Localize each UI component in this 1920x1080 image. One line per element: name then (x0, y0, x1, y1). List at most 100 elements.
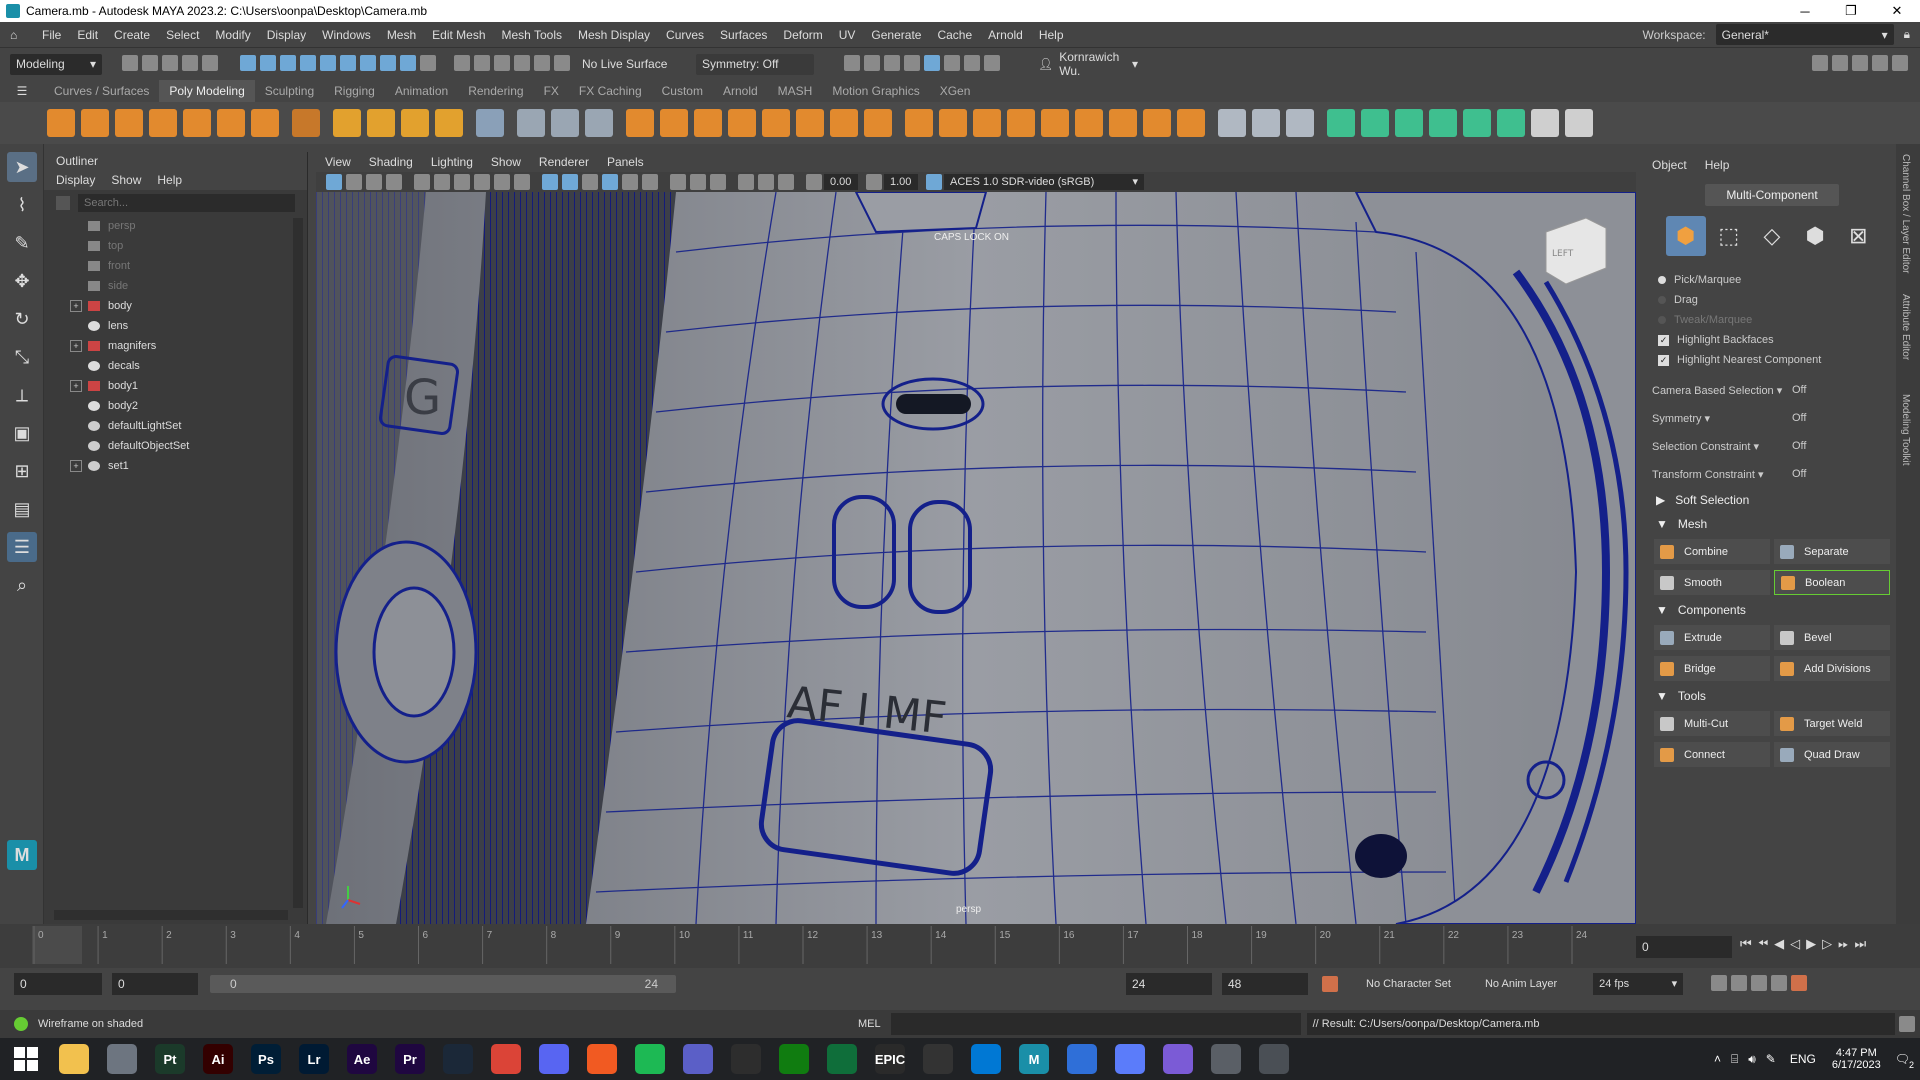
uv-mode-icon[interactable]: ⊠ (1838, 216, 1878, 256)
separate-shelf-icon[interactable] (551, 109, 579, 137)
wedge-icon[interactable] (1143, 109, 1171, 137)
multi-component-button[interactable]: Multi-Component (1705, 184, 1839, 206)
ipr-render-icon[interactable] (884, 54, 900, 71)
crease-icon[interactable] (1565, 109, 1593, 137)
textured-icon[interactable] (622, 174, 638, 190)
lasso-tool-icon[interactable]: ⌇ (7, 190, 37, 220)
loop-icon[interactable] (1711, 974, 1728, 991)
menu-mesh-display[interactable]: Mesh Display (570, 28, 658, 42)
3d-viewport[interactable]: G AF I MF LEFT CAPS LOCK ON persp (316, 192, 1636, 924)
menu-surfaces[interactable]: Surfaces (712, 28, 775, 42)
home-icon[interactable]: ⌂ (10, 28, 24, 42)
app-blue-icon[interactable] (971, 1044, 1001, 1074)
menu-uv[interactable]: UV (831, 28, 864, 42)
select-edge-icon[interactable] (320, 54, 336, 71)
offset-edge-loop-icon[interactable] (1286, 109, 1314, 137)
photoshop-icon[interactable]: Ps (251, 1044, 281, 1074)
menu-modify[interactable]: Modify (207, 28, 258, 42)
script-editor-icon[interactable] (1898, 1016, 1915, 1032)
snap-grid-icon[interactable] (454, 54, 470, 71)
snap-curve-icon[interactable] (474, 54, 490, 71)
resolution-gate-icon[interactable] (454, 174, 470, 190)
shelf-tab-poly-modeling[interactable]: Poly Modeling (159, 80, 255, 102)
shelf-menu-icon[interactable]: ☰ (0, 84, 44, 98)
file-explorer-icon[interactable] (59, 1044, 89, 1074)
app-cloud-icon[interactable] (1067, 1044, 1097, 1074)
poke-icon[interactable] (1109, 109, 1137, 137)
menu-help[interactable]: Help (1031, 28, 1072, 42)
menu-edit-mesh[interactable]: Edit Mesh (424, 28, 493, 42)
connect-button[interactable]: Connect (1654, 742, 1770, 767)
outliner-item-body1[interactable]: + body1 (44, 376, 307, 396)
teams-icon[interactable] (683, 1044, 713, 1074)
fill-hole-icon[interactable] (728, 109, 756, 137)
toolkit-menu-object[interactable]: Object (1652, 158, 1687, 172)
move-tool-icon[interactable]: ✥ (7, 266, 37, 296)
redo-icon[interactable] (202, 54, 218, 71)
shelf-tab-animation[interactable]: Animation (385, 84, 458, 98)
select-camera-icon[interactable] (326, 174, 342, 190)
shelf-tab-custom[interactable]: Custom (652, 84, 713, 98)
rotate-tool-icon[interactable]: ↻ (7, 304, 37, 334)
bevel-button[interactable]: Bevel (1774, 625, 1890, 650)
mirror-icon[interactable] (517, 109, 545, 137)
outliner-layout-icon[interactable]: ▤ (7, 494, 37, 524)
film-gate-icon[interactable] (434, 174, 450, 190)
playback-start-field[interactable]: 0 (112, 973, 198, 995)
volume-icon[interactable]: 🔊︎ (1748, 1052, 1756, 1067)
shelf-tab-arnold[interactable]: Arnold (713, 84, 768, 98)
user-account[interactable]: 👤︎ Kornrawich Wu. ▾ (1032, 50, 1144, 78)
toolkit-menu-help[interactable]: Help (1705, 158, 1730, 172)
language-indicator[interactable]: ENG (1790, 1052, 1816, 1066)
viewport-menu-lighting[interactable]: Lighting (422, 155, 482, 169)
clock[interactable]: 4:47 PM 6/17/2023 (1832, 1047, 1881, 1071)
platonic-solid-icon[interactable] (292, 109, 320, 137)
lights-icon[interactable] (642, 174, 658, 190)
cache-icon[interactable] (1731, 974, 1748, 991)
step-forward-frame-icon[interactable]: ▷ (1822, 936, 1832, 952)
symmetrize-icon[interactable] (1531, 109, 1559, 137)
chevron-up-icon[interactable]: ˄ (1714, 1052, 1721, 1066)
notification-icon[interactable]: 🗨︎ 2 (1895, 1052, 1914, 1070)
outliner-item-set1[interactable]: + set1 (44, 456, 307, 476)
shelf-tab-xgen[interactable]: XGen (930, 84, 981, 98)
side-tab-channel-box-layer-editor[interactable]: Channel Box / Layer Editor (1896, 144, 1915, 284)
audio-icon[interactable] (1751, 974, 1768, 991)
object-mode-icon[interactable]: ⬢ (1665, 216, 1706, 256)
menu-select[interactable]: Select (158, 28, 207, 42)
viewport-menu-renderer[interactable]: Renderer (530, 155, 598, 169)
viewport-menu-shading[interactable]: Shading (360, 155, 422, 169)
prop-selection-constraint[interactable]: Selection Constraint ▾ Off (1648, 432, 1896, 460)
section-mesh[interactable]: ▼ Mesh (1648, 512, 1896, 536)
epic-icon[interactable]: EPIC (875, 1044, 905, 1074)
close-button[interactable]: ✕ (1874, 0, 1920, 22)
step-forward-key-icon[interactable]: ⏩︎ (1838, 936, 1848, 952)
snap-surface-icon[interactable] (534, 54, 550, 71)
workspace-dropdown[interactable]: General* ▾ (1715, 24, 1894, 45)
menu-curves[interactable]: Curves (658, 28, 712, 42)
extrude-button[interactable]: Extrude (1654, 625, 1770, 650)
settings-gear-icon[interactable] (1892, 54, 1908, 71)
circularize-icon[interactable] (1177, 109, 1205, 137)
radio-drag[interactable]: Drag (1648, 290, 1896, 310)
light-editor-icon[interactable] (964, 54, 980, 71)
script-language-toggle[interactable]: MEL (858, 1018, 881, 1030)
shelf-tab-rigging[interactable]: Rigging (324, 84, 385, 98)
multicut-shelf-icon[interactable] (1218, 109, 1246, 137)
checkbox-highlight-backfaces[interactable]: ✓ Highlight Backfaces (1648, 330, 1896, 350)
anim-prefs-icon[interactable] (1771, 974, 1788, 991)
merge-icon[interactable] (1041, 109, 1069, 137)
grid-icon[interactable] (414, 174, 430, 190)
smooth-mesh-icon[interactable] (864, 109, 892, 137)
scale-tool-icon[interactable]: ⤡ (7, 342, 37, 372)
channel-box-icon[interactable] (1872, 54, 1888, 71)
outliner-menu-help[interactable]: Help (157, 173, 182, 187)
gamma-field[interactable]: 1.00 (884, 174, 918, 190)
boolean-shelf-icon[interactable] (660, 109, 688, 137)
poly-disc-icon[interactable] (251, 109, 279, 137)
minimize-button[interactable]: ─ (1782, 0, 1828, 22)
brave-icon[interactable] (587, 1044, 617, 1074)
select-curve-icon[interactable] (380, 54, 396, 71)
persp-outliner-layout-icon[interactable]: ☰ (7, 532, 37, 562)
flip-icon[interactable] (1497, 109, 1525, 137)
